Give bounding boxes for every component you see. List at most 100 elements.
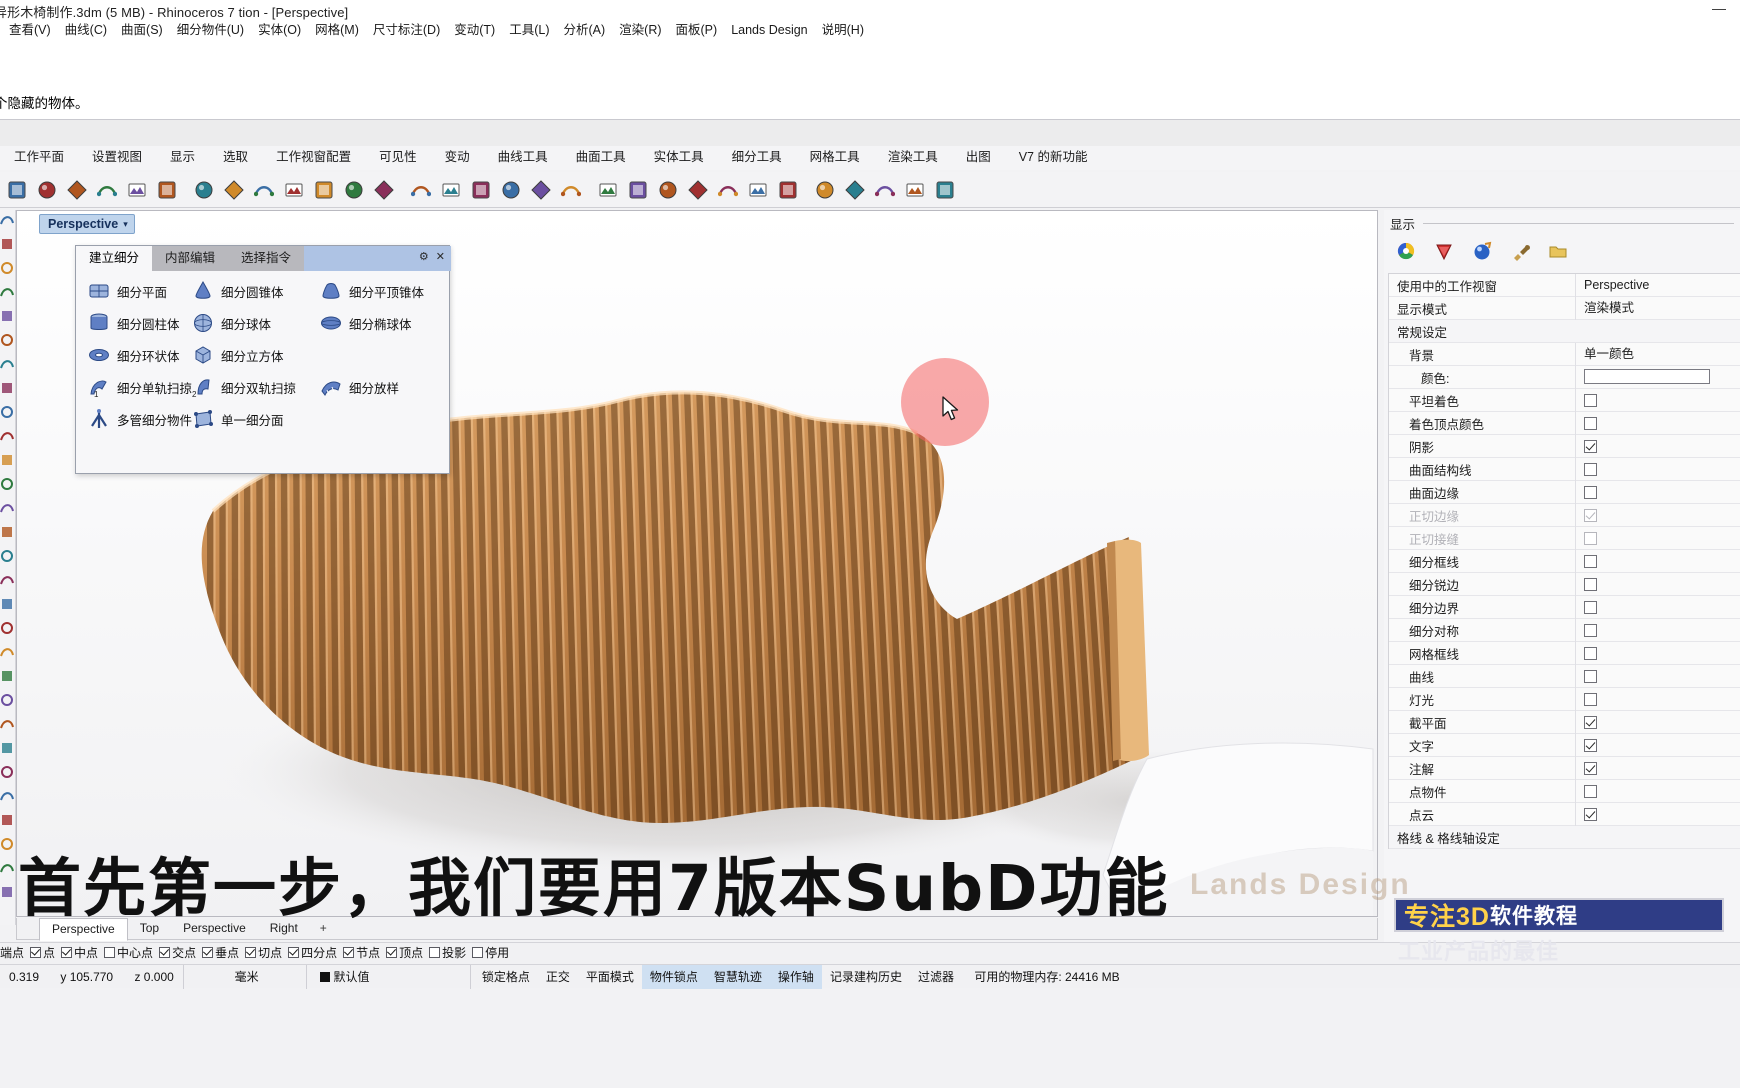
current-layer[interactable]: 默认值 [311, 965, 471, 989]
checkbox-icon[interactable] [1584, 462, 1597, 476]
checkbox-icon[interactable] [1584, 600, 1597, 614]
ribbon-tab-5[interactable]: 可见性 [365, 146, 431, 169]
status-toggle-2[interactable]: 平面模式 [578, 965, 642, 989]
viewport-title-tab[interactable]: Perspective ▾ [39, 214, 135, 234]
ribbon-tab-4[interactable]: 工作视窗配置 [262, 146, 365, 169]
menu-item-10[interactable]: 渲染(R) [612, 20, 668, 40]
subd-item-10[interactable]: 细分放样 [316, 373, 448, 401]
left-tool-button-28[interactable] [0, 882, 16, 906]
display-setting-row[interactable]: 曲面边缘 [1389, 480, 1740, 504]
osnap-toggle-9[interactable]: 投影 [429, 946, 466, 961]
setting-checkbox[interactable] [1575, 756, 1740, 780]
left-tool-button-12[interactable] [0, 498, 16, 522]
left-tool-button-23[interactable] [0, 762, 16, 786]
checkbox-icon[interactable] [343, 947, 355, 958]
cut-paste-button[interactable] [62, 174, 92, 206]
display-setting-row[interactable]: 细分锐边 [1389, 572, 1740, 596]
left-tool-button-8[interactable] [0, 402, 16, 426]
subd-item-12[interactable]: 单一细分面 [188, 405, 314, 433]
ghosted-sphere-button[interactable] [743, 174, 773, 206]
print-button[interactable] [32, 174, 62, 206]
subd-popup-panel[interactable]: 建立细分 内部编辑 选择指令 ⚙ ✕ 细分平面 细分圆锥体 细分平顶锥体 细分圆柱体 细分球… [75, 245, 451, 474]
display-setting-row[interactable]: 细分对称 [1389, 618, 1740, 642]
rotate-view-button[interactable] [406, 174, 436, 206]
menu-item-5[interactable]: 网格(M) [308, 20, 366, 40]
paint-spray-button[interactable] [496, 174, 526, 206]
display-setting-row[interactable]: 颜色: [1389, 365, 1740, 389]
display-setting-row[interactable]: 细分边界 [1389, 595, 1740, 619]
left-tool-button-14[interactable] [0, 546, 16, 570]
left-tool-button-27[interactable] [0, 858, 16, 882]
subd-item-1[interactable]: 细分圆锥体 [188, 277, 314, 305]
left-tool-button-6[interactable] [0, 354, 16, 378]
checkbox-icon[interactable] [1584, 393, 1597, 407]
ribbon-tab-14[interactable]: V7 的新功能 [1005, 146, 1102, 169]
menu-item-2[interactable]: 曲面(S) [114, 20, 170, 40]
move-axes-button[interactable] [249, 174, 279, 206]
checkbox-icon[interactable] [1584, 692, 1597, 706]
left-tool-button-0[interactable] [0, 210, 16, 234]
eyedropper-icon[interactable] [1510, 241, 1530, 266]
status-toggle-6[interactable]: 记录建构历史 [822, 965, 910, 989]
osnap-toggle-1[interactable]: 中点 [61, 946, 98, 961]
minimize-button[interactable]: — [1706, 1, 1732, 17]
osnap-toggle-3[interactable]: 交点 [159, 946, 196, 961]
left-tool-button-2[interactable] [0, 258, 16, 282]
setting-checkbox[interactable] [1575, 434, 1740, 458]
menu-item-4[interactable]: 实体(O) [251, 20, 308, 40]
setting-checkbox[interactable] [1575, 480, 1740, 504]
setting-checkbox[interactable] [1575, 526, 1740, 550]
checkbox-icon[interactable] [1584, 508, 1597, 522]
checkbox-icon[interactable] [1584, 715, 1597, 729]
rendered-sphere-button[interactable] [773, 174, 803, 206]
ortho-button[interactable] [526, 174, 556, 206]
setting-value[interactable]: 渲染模式 [1575, 296, 1740, 320]
light-bulb-button[interactable] [593, 174, 623, 206]
left-tool-button-9[interactable] [0, 426, 16, 450]
setting-checkbox[interactable] [1575, 595, 1740, 619]
setting-checkbox[interactable] [1575, 664, 1740, 688]
color-wheel-button[interactable] [683, 174, 713, 206]
display-setting-row[interactable]: 灯光 [1389, 687, 1740, 711]
display-setting-row[interactable]: 着色顶点颜色 [1389, 411, 1740, 435]
osnap-toggle-10[interactable]: 停用 [472, 946, 509, 961]
menu-item-8[interactable]: 工具(L) [502, 20, 556, 40]
menu-item-0[interactable]: 查看(V) [2, 20, 58, 40]
setting-checkbox[interactable] [1575, 503, 1740, 527]
checkbox-icon[interactable] [1584, 623, 1597, 637]
checkbox-icon[interactable] [1584, 669, 1597, 683]
named-view-button[interactable] [556, 174, 586, 206]
command-area[interactable]: / 个隐藏的物体。 [0, 40, 1740, 120]
checkbox-icon[interactable] [288, 947, 300, 958]
subd-item-9[interactable]: 2 细分双轨扫掠 [188, 373, 314, 401]
display-setting-row[interactable]: 背景 单一颜色 [1389, 342, 1740, 366]
hide-objects-button[interactable] [810, 174, 840, 206]
display-setting-row[interactable]: 注解 [1389, 756, 1740, 780]
gear-icon[interactable]: ⚙ [419, 250, 429, 263]
display-setting-row[interactable]: 显示模式 渲染模式 [1389, 296, 1740, 320]
layer-button[interactable] [653, 174, 683, 206]
help-button[interactable] [930, 174, 960, 206]
setting-checkbox[interactable] [1575, 779, 1740, 803]
subd-tab-1[interactable]: 内部编辑 [152, 246, 228, 271]
display-setting-row[interactable]: 细分框线 [1389, 549, 1740, 573]
setting-checkbox[interactable] [1575, 549, 1740, 573]
car-render-button[interactable] [466, 174, 496, 206]
shaded-sphere-button[interactable] [713, 174, 743, 206]
setting-value[interactable]: Perspective [1575, 273, 1740, 297]
ribbon-tab-1[interactable]: 设置视图 [78, 146, 156, 169]
checkbox-icon[interactable] [202, 947, 214, 958]
scissors-button[interactable] [92, 174, 122, 206]
left-tool-button-13[interactable] [0, 522, 16, 546]
checkbox-icon[interactable] [472, 947, 484, 958]
left-tool-button-17[interactable] [0, 618, 16, 642]
subd-item-7[interactable]: 细分立方体 [188, 341, 314, 369]
setting-checkbox[interactable] [1575, 641, 1740, 665]
left-tool-button-22[interactable] [0, 738, 16, 762]
close-icon[interactable]: ✕ [436, 250, 445, 263]
checkbox-icon[interactable] [30, 947, 42, 958]
chevron-down-icon[interactable]: ▾ [123, 219, 128, 230]
osnap-toggle-6[interactable]: 四分点 [288, 946, 337, 961]
left-tool-button-26[interactable] [0, 834, 16, 858]
setting-checkbox[interactable] [1575, 618, 1740, 642]
